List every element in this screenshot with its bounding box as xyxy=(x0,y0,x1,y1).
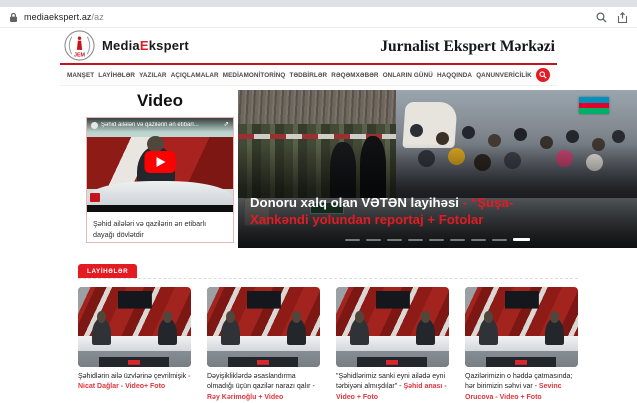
brand-part2: kspert xyxy=(149,38,189,53)
nav-item-layiheler[interactable]: LAYİHƏLƏR xyxy=(98,72,135,79)
projects-card-row: Şəhidlərin ailə üzvlərinə çevrilmişik - … xyxy=(78,287,578,403)
project-card-image[interactable] xyxy=(78,287,191,367)
emblem-text: JEM xyxy=(74,53,85,59)
channel-logo xyxy=(90,193,100,202)
project-card[interactable]: "Şəhidlərimiz sanki eyni ailədə eyni tər… xyxy=(336,287,449,403)
brand-part1: Media xyxy=(102,38,140,53)
carousel-dot[interactable] xyxy=(471,239,486,241)
video-caption[interactable]: Şəhid ailələri və qazilərin ən etibarlı … xyxy=(87,212,233,240)
nav-item-aciqlamalar[interactable]: AÇIQLAMALAR xyxy=(171,72,219,79)
projects-badge[interactable]: LAYİHƏLƏR xyxy=(78,264,137,278)
lock-icon xyxy=(9,12,18,23)
search-button[interactable] xyxy=(536,68,550,82)
host-silhouette xyxy=(545,318,564,345)
project-card-image[interactable] xyxy=(336,287,449,367)
studio-scene xyxy=(465,287,578,367)
main-nav: MANŞET LAYİHƏLƏR YAZILAR AÇIQLAMALAR MED… xyxy=(60,63,557,86)
host-silhouette xyxy=(158,318,177,345)
player-bottom-bar xyxy=(87,205,233,212)
nav-item-haqqinda[interactable]: HAQQINDA xyxy=(437,72,472,79)
project-card[interactable]: Dəyişikliklərdə əsaslandırma olmadığı üç… xyxy=(207,287,320,403)
zoom-page-icon[interactable] xyxy=(596,12,607,23)
video-player[interactable]: Şəhid ailələri və qazilərin ən etibarl..… xyxy=(87,118,233,212)
youtube-play-button[interactable] xyxy=(145,151,176,173)
carousel-dot[interactable] xyxy=(429,239,444,241)
brand-wordmark: MediaEkspert xyxy=(102,38,189,53)
project-card-image[interactable] xyxy=(207,287,320,367)
hero-carousel[interactable]: Donoru xalq olan VƏTƏN layihəsi - “Şuşa-… xyxy=(238,90,637,248)
nav-item-mediamonitorinq[interactable]: MEDİAMONİTORİNQ xyxy=(223,72,286,79)
guest-silhouette xyxy=(479,318,498,345)
project-card[interactable]: Şəhidlərin ailə üzvlərinə çevrilmişik - … xyxy=(78,287,191,403)
guest-silhouette xyxy=(221,318,240,345)
project-card-caption[interactable]: Dəyişikliklərdə əsaslandırma olmadığı üç… xyxy=(207,372,320,403)
host-silhouette xyxy=(416,318,435,345)
carousel-dot[interactable] xyxy=(450,239,465,241)
video-card: Şəhid ailələri və qazilərin ən etibarl..… xyxy=(86,117,234,243)
browser-toolbar: mediaekspert.az/az xyxy=(0,7,637,28)
caption-text: Dəyişikliklərdə əsaslandırma olmadığı üç… xyxy=(207,373,315,390)
carousel-dot[interactable] xyxy=(387,239,402,241)
caption-text: Şəhidlərin ailə üzvlərinə çevrilmişik xyxy=(78,373,188,380)
site-logo[interactable]: JEM MediaEkspert xyxy=(64,30,189,61)
hero-title: Donoru xalq olan VƏTƏN layihəsi xyxy=(250,195,459,210)
studio-scene xyxy=(78,287,191,367)
nav-item-onlarin-gunu[interactable]: ONLARIN GÜNÜ xyxy=(383,72,433,79)
studio-scene xyxy=(336,287,449,367)
channel-avatar xyxy=(91,122,98,129)
search-icon xyxy=(539,71,547,79)
project-card-caption[interactable]: Şəhidlərin ailə üzvlərinə çevrilmişik - … xyxy=(78,372,191,393)
carousel-dot[interactable] xyxy=(492,239,507,241)
project-card-caption[interactable]: Qazilərimizin o həddə çatmasında; hər bi… xyxy=(465,372,578,403)
url-domain: mediaekspert.az xyxy=(24,12,92,22)
carousel-dot[interactable] xyxy=(366,239,381,241)
nav-item-reqemxeber[interactable]: RƏQƏMXƏBƏR xyxy=(331,72,378,79)
project-card-caption[interactable]: "Şəhidlərimiz sanki eyni ailədə eyni tər… xyxy=(336,372,449,403)
carousel-dot[interactable] xyxy=(408,239,423,241)
nav-item-yazilar[interactable]: YAZILAR xyxy=(139,72,166,79)
video-share-icon[interactable]: ⇗ xyxy=(224,122,229,129)
share-icon[interactable] xyxy=(617,12,628,23)
browser-tab-strip xyxy=(0,0,637,7)
nav-item-qanunvericilik[interactable]: QANUNVERİCİLİK xyxy=(476,72,532,79)
guest-silhouette xyxy=(92,318,111,345)
guest-silhouette xyxy=(350,318,369,345)
projects-section-header: LAYİHƏLƏR xyxy=(78,261,578,279)
jem-emblem-icon: JEM xyxy=(64,30,95,61)
carousel-dot-active[interactable] xyxy=(513,238,530,241)
site-header: JEM MediaEkspert Jurnalist Ekspert Mərkə… xyxy=(60,30,557,63)
hero-caption-link[interactable]: Donoru xalq olan VƏTƏN layihəsi - “Şuşa-… xyxy=(250,195,629,229)
host-silhouette xyxy=(287,318,306,345)
url-path: /az xyxy=(92,12,104,22)
nav-item-tedbirler[interactable]: TƏDBİRLƏR xyxy=(290,72,328,79)
toolbar-icons xyxy=(596,12,628,23)
project-card[interactable]: Qazilərimizin o həddə çatmasında; hər bi… xyxy=(465,287,578,403)
studio-scene xyxy=(207,287,320,367)
carousel-dot[interactable] xyxy=(345,239,360,241)
nav-item-manset[interactable]: MANŞET xyxy=(67,72,94,79)
youtube-top-bar: Şəhid ailələri və qazilərin ən etibarl..… xyxy=(87,118,233,132)
video-title: Şəhid ailələri və qazilərin ən etibarl..… xyxy=(101,122,221,128)
brand-accent-letter: E xyxy=(140,38,149,53)
site-title: Jurnalist Ekspert Mərkəzi xyxy=(380,38,555,56)
carousel-indicators xyxy=(238,238,637,241)
video-section-heading: Video xyxy=(86,91,234,111)
url-bar[interactable]: mediaekspert.az/az xyxy=(24,12,104,22)
project-card-image[interactable] xyxy=(465,287,578,367)
